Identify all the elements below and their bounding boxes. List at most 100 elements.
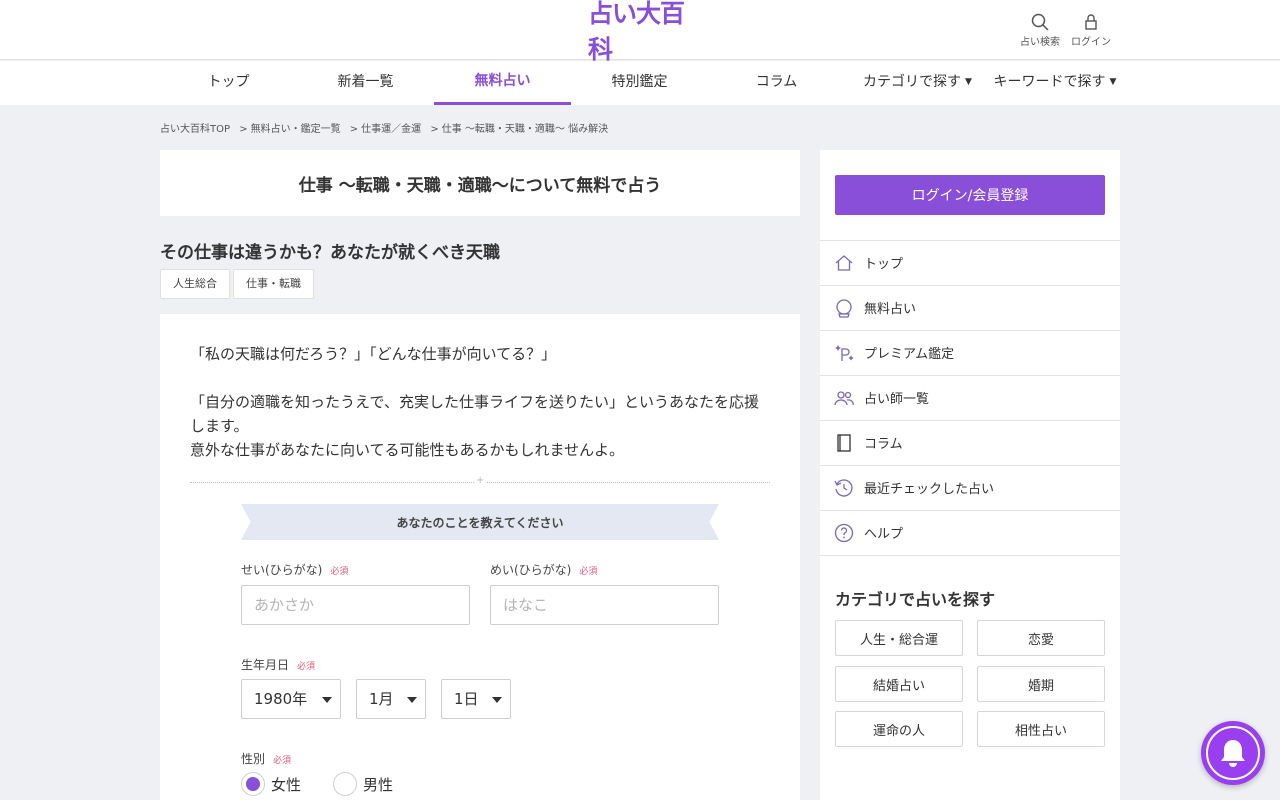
birth-month-select[interactable]: 1月 — [356, 679, 426, 719]
chevron-down-icon: ▼ — [965, 77, 972, 87]
help-icon — [834, 523, 854, 543]
birth-day-select[interactable]: 1日 — [441, 679, 511, 719]
last-name-input[interactable] — [241, 585, 470, 625]
first-name-label: めい(ひらがな) 必須 — [490, 561, 597, 578]
nav-free-fortune[interactable]: 無料占い — [434, 61, 571, 105]
breadcrumb-separator: > — [349, 124, 359, 135]
last-name-label: せい(ひらがな) 必須 — [241, 561, 348, 578]
login-label: ログイン — [1071, 37, 1111, 48]
field-label: せい(ひらがな) — [241, 563, 323, 577]
sidebar-item-premium[interactable]: プレミアム鑑定 — [820, 330, 1120, 375]
breadcrumb-item[interactable]: 無料占い・鑑定一覧 — [251, 124, 341, 135]
breadcrumb-item: 仕事 〜転職・天職・適職〜 悩み解決 — [441, 124, 609, 135]
gender-male-radio[interactable]: 男性 — [333, 772, 393, 796]
fortune-content: 「私の天職は何だろう？」「どんな仕事が向いてる？」 「自分の適職を知ったうえで、… — [160, 314, 800, 800]
form-section-title-text: あなたのことを教えてください — [396, 515, 564, 530]
crystal-ball-icon — [834, 298, 854, 318]
radio-label: 女性 — [271, 775, 302, 794]
category-marriage-timing[interactable]: 婚期 — [977, 666, 1105, 702]
bell-icon — [1221, 740, 1245, 767]
notification-button[interactable] — [1201, 721, 1265, 785]
field-label: 性別 — [241, 752, 266, 766]
divider — [820, 555, 1120, 556]
nav-new[interactable]: 新着一覧 — [297, 61, 434, 105]
chevron-down-icon — [407, 697, 417, 703]
people-icon — [834, 388, 854, 408]
sidebar-item-label: コラム — [864, 437, 903, 452]
nav-category[interactable]: カテゴリで探す ▼ — [845, 61, 990, 105]
category-marriage[interactable]: 結婚占い — [835, 666, 963, 702]
nav-label: カテゴリで探す — [863, 74, 962, 90]
page-title-text: 仕事 〜転職・天職・適職〜について無料で占う — [298, 175, 662, 196]
login-button[interactable]: ログイン — [1071, 13, 1111, 48]
page-title: 仕事 〜転職・天職・適職〜について無料で占う — [160, 150, 800, 216]
chevron-down-icon: ▼ — [1109, 77, 1117, 87]
breadcrumb-item[interactable]: 仕事運／金運 — [361, 124, 421, 135]
book-icon — [834, 433, 854, 453]
lock-icon — [1085, 14, 1097, 30]
field-label: 生年月日 — [241, 658, 290, 672]
nav-keyword[interactable]: キーワードで探す ▼ — [990, 61, 1120, 105]
sidebar-item-label: プレミアム鑑定 — [864, 347, 955, 362]
required-badge: 必須 — [579, 567, 598, 577]
form-section-title: あなたのことを教えてください — [241, 504, 719, 540]
tag-life[interactable]: 人生総合 — [160, 269, 230, 299]
nav-special[interactable]: 特別鑑定 — [571, 61, 708, 105]
sidebar-item-label: 無料占い — [864, 302, 917, 317]
birth-year-select[interactable]: 1980年 — [241, 679, 341, 719]
category-destined-person[interactable]: 運命の人 — [835, 711, 963, 747]
sidebar-item-fortune-tellers[interactable]: 占い師一覧 — [820, 375, 1120, 420]
required-badge: 必須 — [297, 662, 316, 672]
nav-column[interactable]: コラム — [708, 61, 845, 105]
search-button[interactable]: 占い検索 — [1020, 13, 1060, 48]
login-register-label: ログイン/会員登録 — [911, 188, 1029, 204]
radio-label: 男性 — [363, 775, 394, 794]
sidebar-item-label: トップ — [864, 257, 904, 272]
breadcrumb-separator: > — [430, 124, 439, 135]
sidebar-item-column[interactable]: コラム — [820, 420, 1120, 465]
sidebar-item-free-fortune[interactable]: 無料占い — [820, 285, 1120, 330]
history-icon — [834, 478, 854, 498]
breadcrumb: 占い大百科TOP > 無料占い・鑑定一覧 > 仕事運／金運 > 仕事 〜転職・天職・適… — [160, 120, 614, 135]
sidebar-item-help[interactable]: ヘルプ — [820, 510, 1120, 555]
sidebar-item-history[interactable]: 最近チェックした占い — [820, 465, 1120, 510]
select-value: 1日 — [454, 690, 479, 708]
nav-label: 特別鑑定 — [611, 74, 668, 90]
nav-top[interactable]: トップ — [160, 61, 297, 105]
first-name-input[interactable] — [490, 585, 719, 625]
site-logo[interactable]: 占い大百科 — [588, 0, 692, 64]
category-life[interactable]: 人生・総合運 — [835, 620, 963, 656]
chevron-down-icon — [492, 697, 502, 703]
nav-label: 無料占い — [474, 73, 531, 89]
nav-label: キーワードで探す — [993, 74, 1106, 90]
field-label: めい(ひらがな) — [490, 563, 572, 577]
birthday-label: 生年月日 必須 — [241, 656, 315, 673]
category-compatibility[interactable]: 相性占い — [977, 711, 1105, 747]
chevron-down-icon — [322, 697, 332, 703]
login-register-button[interactable]: ログイン/会員登録 — [835, 175, 1105, 215]
global-nav: トップ 新着一覧 無料占い 特別鑑定 コラム カテゴリで探す ▼ キーワードで探す… — [0, 61, 1280, 105]
sidebar-item-label: 最近チェックした占い — [864, 482, 995, 497]
intro-line: 意外な仕事があなたに向いてる可能性もあるかもしれませんよ。 — [190, 441, 625, 459]
tag-work[interactable]: 仕事・転職 — [233, 269, 314, 299]
fortune-title: その仕事は違うかも？あなたが就くべき天職 — [160, 243, 500, 263]
gender-label: 性別 必須 — [241, 750, 291, 767]
breadcrumb-separator: > — [239, 124, 248, 135]
nav-label: 新着一覧 — [337, 74, 394, 90]
required-badge: 必須 — [330, 567, 349, 577]
notification-ring — [1206, 726, 1260, 780]
select-value: 1月 — [369, 690, 394, 708]
sidebar-item-top[interactable]: トップ — [820, 240, 1120, 285]
sparkle-p-icon — [834, 343, 854, 363]
home-icon — [834, 253, 854, 273]
gender-female-radio[interactable]: 女性 — [241, 772, 301, 796]
breadcrumb-item[interactable]: 占い大百科TOP — [160, 124, 230, 135]
logo-text: 占い大百科 — [588, 0, 685, 64]
search-label: 占い検索 — [1020, 37, 1060, 48]
category-title: カテゴリで占いを探す — [835, 590, 996, 609]
select-value: 1980年 — [254, 690, 308, 708]
sidebar-item-label: 占い師一覧 — [864, 392, 930, 407]
required-badge: 必須 — [273, 756, 292, 766]
category-love[interactable]: 恋愛 — [977, 620, 1105, 656]
divider-mark: + — [474, 475, 487, 486]
